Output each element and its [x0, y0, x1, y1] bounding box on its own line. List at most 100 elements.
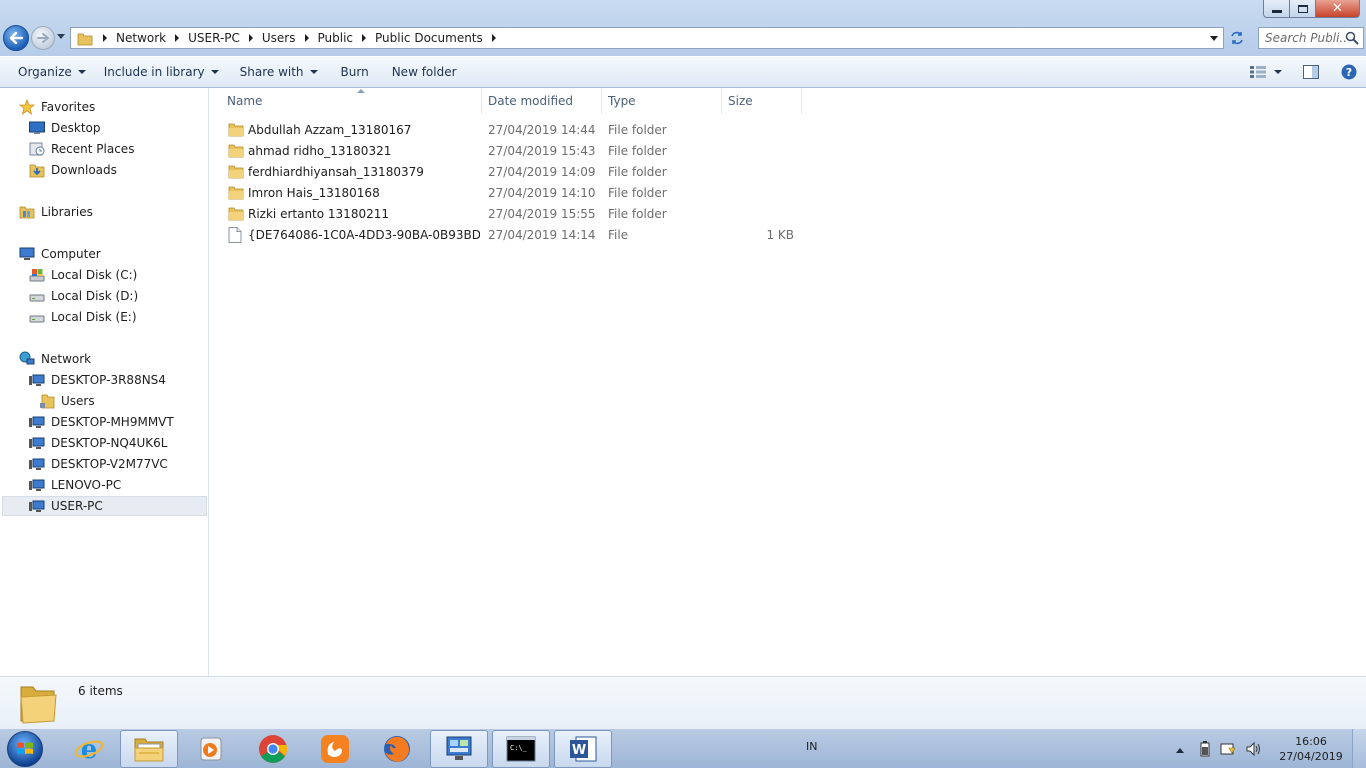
nav-favorites[interactable]: Favorites [19, 97, 95, 117]
breadcrumb-public-documents[interactable]: Public Documents [375, 31, 505, 45]
taskbar-command-prompt[interactable]: C:\_ [492, 730, 550, 768]
network-computer-icon [29, 372, 45, 388]
search-icon[interactable] [1345, 31, 1359, 45]
file-size [728, 203, 794, 224]
folder-icon [228, 203, 244, 224]
taskbar: e C:\_ W IN 16:06 27/04/2019 [0, 728, 1366, 768]
nav-desktop-nq4uk6l[interactable]: DESKTOP-NQ4UK6L [29, 433, 167, 453]
address-bar[interactable]: Network USER-PC Users Public Public Docu… [70, 27, 1224, 49]
refresh-icon [1231, 31, 1243, 45]
nav-downloads[interactable]: Downloads [29, 160, 117, 180]
address-history-dropdown[interactable] [1210, 36, 1218, 41]
file-row[interactable]: {DE764086-1C0A-4DD3-90BA-0B93BDD79... 27… [224, 224, 1014, 245]
svg-text:?: ? [1346, 66, 1352, 79]
shared-folder-icon [39, 393, 55, 409]
nav-local-disk-d[interactable]: Local Disk (D:) [29, 286, 138, 306]
file-row[interactable]: ferdhiardhiyansah_13180379 27/04/2019 14… [224, 161, 1014, 182]
taskbar-uc-browser[interactable] [306, 730, 364, 768]
file-name: ferdhiardhiyansah_13180379 [248, 164, 424, 179]
taskbar-word[interactable]: W [554, 730, 612, 768]
show-hidden-icons-button[interactable] [1176, 748, 1184, 753]
nav-network[interactable]: Network [19, 349, 91, 369]
word-icon: W [570, 736, 597, 762]
nav-users-share[interactable]: Users [39, 391, 95, 411]
refresh-button[interactable] [1226, 27, 1248, 49]
burn-button[interactable]: Burn [327, 57, 378, 87]
taskbar-windows-explorer[interactable] [120, 730, 178, 768]
file-size [728, 119, 794, 140]
recent-pages-dropdown[interactable] [57, 34, 65, 39]
file-date: 27/04/2019 14:44 [488, 122, 596, 137]
file-date: 27/04/2019 14:09 [488, 164, 596, 179]
search-box[interactable] [1258, 27, 1364, 49]
include-in-library-button[interactable]: Include in library [95, 57, 228, 87]
network-computer-icon [29, 414, 45, 430]
help-button[interactable]: ? [1332, 57, 1366, 87]
network-computer-icon [29, 435, 45, 451]
file-row[interactable]: Abdullah Azzam_13180167 27/04/2019 14:44… [224, 119, 1014, 140]
column-header-size[interactable]: Size [721, 88, 802, 114]
system-clock[interactable]: 16:06 27/04/2019 [1276, 734, 1346, 764]
close-button[interactable]: ✕ [1316, 0, 1360, 18]
network-icon [19, 351, 35, 367]
network-computer-icon [29, 477, 45, 493]
taskbar-firefox[interactable] [368, 730, 426, 768]
nav-local-disk-c[interactable]: Local Disk (C:) [29, 265, 137, 285]
command-bar: Organize Include in library Share with B… [0, 56, 1366, 88]
action-center-icon[interactable] [1220, 741, 1236, 760]
column-header-name[interactable]: Name [220, 88, 482, 114]
start-button[interactable] [2, 730, 48, 768]
nav-desktop-v2m77vc[interactable]: DESKTOP-V2M77VC [29, 454, 168, 474]
taskbar-media-player[interactable] [182, 730, 240, 768]
help-icon: ? [1341, 64, 1357, 80]
nav-computer[interactable]: Computer [19, 244, 101, 264]
search-input[interactable] [1265, 31, 1347, 45]
input-language-indicator[interactable]: IN [806, 740, 817, 753]
breadcrumb-network[interactable]: Network [116, 31, 188, 45]
nav-desktop[interactable]: Desktop [29, 118, 101, 138]
breadcrumb-users[interactable]: Users [262, 31, 318, 45]
forward-button[interactable] [31, 26, 55, 50]
share-with-button[interactable]: Share with [228, 57, 327, 87]
breadcrumb-public[interactable]: Public [318, 31, 376, 45]
file-size [728, 161, 794, 182]
column-header-type[interactable]: Type [601, 88, 722, 114]
computer-icon [19, 246, 35, 262]
nav-recent-places[interactable]: Recent Places [29, 139, 134, 159]
window-controls: ✕ [1263, 0, 1360, 18]
clock-date: 27/04/2019 [1279, 750, 1343, 763]
preview-pane-button[interactable] [1290, 57, 1332, 87]
battery-icon[interactable] [1200, 741, 1210, 760]
restore-button[interactable] [1290, 0, 1316, 18]
file-row[interactable]: Imron Hais_13180168 27/04/2019 14:10 Fil… [224, 182, 1014, 203]
network-computer-icon [29, 498, 45, 514]
change-view-button[interactable] [1242, 57, 1290, 87]
file-type: File folder [608, 122, 667, 137]
organize-button[interactable]: Organize [0, 57, 95, 87]
view-icon [1250, 66, 1266, 78]
nav-local-disk-e[interactable]: Local Disk (E:) [29, 307, 137, 327]
nav-user-pc[interactable]: USER-PC [2, 496, 207, 516]
column-header-date-modified[interactable]: Date modified [481, 88, 602, 114]
file-date: 27/04/2019 14:14 [488, 227, 596, 242]
volume-icon[interactable] [1246, 741, 1262, 760]
nav-desktop-3r88ns4[interactable]: DESKTOP-3R88NS4 [29, 370, 166, 390]
show-desktop-button[interactable] [1352, 729, 1366, 768]
windows-logo-icon [7, 731, 43, 767]
taskbar-internet-explorer[interactable]: e [60, 730, 118, 768]
taskbar-control-panel[interactable] [430, 730, 488, 768]
file-row[interactable]: ahmad ridho_13180321 27/04/2019 15:43 Fi… [224, 140, 1014, 161]
breadcrumb-root-arrow[interactable] [101, 34, 116, 42]
nav-desktop-mh9mmvt[interactable]: DESKTOP-MH9MMVT [29, 412, 174, 432]
item-count: 6 items [78, 684, 123, 698]
back-arrow-icon [9, 32, 23, 44]
file-row[interactable]: Rizki ertanto 13180211 27/04/2019 15:55 … [224, 203, 1014, 224]
nav-libraries[interactable]: Libraries [19, 202, 93, 222]
new-folder-button[interactable]: New folder [378, 57, 466, 87]
breadcrumb-user-pc[interactable]: USER-PC [188, 31, 262, 45]
svg-text:C:\_: C:\_ [510, 744, 528, 752]
back-button[interactable] [3, 25, 29, 51]
nav-lenovo-pc[interactable]: LENOVO-PC [29, 475, 121, 495]
minimize-button[interactable] [1263, 0, 1290, 18]
taskbar-chrome[interactable] [244, 730, 302, 768]
